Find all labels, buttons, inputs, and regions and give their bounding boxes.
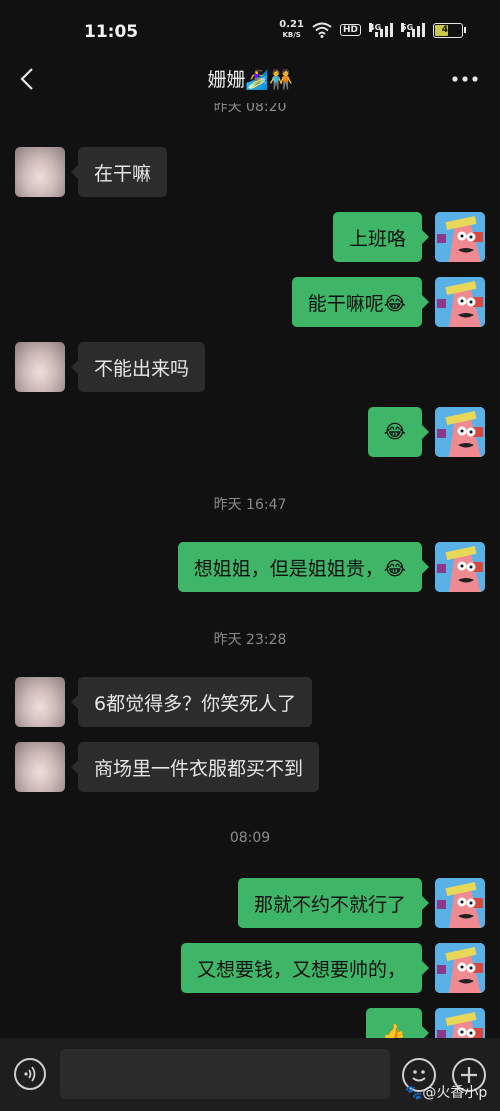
signal-label-5g: 5G xyxy=(401,23,414,32)
my-avatar[interactable] xyxy=(435,407,485,457)
contact-avatar[interactable] xyxy=(15,742,65,792)
chat-title: 姗姗🏄‍♀️🧑‍🤝‍🧑 xyxy=(207,69,293,91)
timestamp: 昨天 16:47 xyxy=(213,497,287,513)
message-bubble-outgoing[interactable]: 那就不约不就行了 xyxy=(237,878,430,928)
my-avatar[interactable] xyxy=(435,1008,485,1038)
patrick-avatar-icon xyxy=(435,943,485,993)
signal-icon-2: 5G xyxy=(401,23,425,37)
message-bubble-outgoing[interactable]: 👍 xyxy=(366,1008,429,1038)
patrick-avatar-icon xyxy=(435,407,485,457)
patrick-avatar-icon xyxy=(435,542,485,592)
contact-avatar[interactable] xyxy=(15,677,65,727)
my-avatar[interactable] xyxy=(435,878,485,928)
battery-percent: 47 xyxy=(441,25,455,35)
message-bubble-incoming[interactable]: 在干嘛 xyxy=(70,147,168,197)
timestamp: 昨天 23:28 xyxy=(213,632,287,648)
more-icon[interactable] xyxy=(450,68,480,90)
message-bubble-outgoing[interactable]: 😂 xyxy=(367,407,430,457)
chat-area[interactable]: 昨天 08:20 在干嘛 上班咯 能干嘛呢😂 不能出来吗 😂 昨天 16:47 … xyxy=(0,92,500,1038)
timestamp: 08:09 xyxy=(229,830,271,846)
contact-avatar[interactable] xyxy=(15,147,65,197)
net-speed-unit: KB/S xyxy=(282,31,301,39)
my-avatar[interactable] xyxy=(435,542,485,592)
status-bar: 11:05 0.21 KB/S HD 4G 5G 47 xyxy=(0,0,500,62)
message-bubble-incoming[interactable]: 不能出来吗 xyxy=(70,342,206,392)
patrick-avatar-icon xyxy=(435,878,485,928)
my-avatar[interactable] xyxy=(435,212,485,262)
message-input[interactable] xyxy=(60,1049,390,1099)
chat-header: 姗姗🏄‍♀️🧑‍🤝‍🧑 xyxy=(0,55,500,103)
message-bubble-outgoing[interactable]: 能干嘛呢😂 xyxy=(291,277,430,327)
patrick-avatar-icon xyxy=(435,1008,485,1038)
message-bubble-incoming[interactable]: 商场里一件衣服都买不到 xyxy=(70,742,320,792)
net-speed-value: 0.21 xyxy=(279,19,304,30)
my-avatar[interactable] xyxy=(435,277,485,327)
message-bubble-outgoing[interactable]: 上班咯 xyxy=(332,212,430,262)
net-speed: 0.21 KB/S xyxy=(279,20,304,40)
message-bubble-outgoing[interactable]: 想姐姐，但是姐姐贵，😂 xyxy=(177,542,430,592)
message-bubble-incoming[interactable]: 6都觉得多？你笑死人了 xyxy=(70,677,313,727)
signal-label-4g: 4G xyxy=(369,23,382,32)
contact-avatar[interactable] xyxy=(15,342,65,392)
my-avatar[interactable] xyxy=(435,943,485,993)
message-bubble-outgoing[interactable]: 又想要钱，又想要帅的， xyxy=(180,943,430,993)
patrick-avatar-icon xyxy=(435,277,485,327)
hd-badge: HD xyxy=(339,24,361,36)
wifi-icon xyxy=(312,22,332,38)
signal-icon: 4G xyxy=(369,23,393,37)
patrick-avatar-icon xyxy=(435,212,485,262)
watermark: 🐾@火香小p xyxy=(405,1085,488,1101)
voice-button[interactable] xyxy=(14,1058,46,1090)
status-icons: 0.21 KB/S HD 4G 5G 47 xyxy=(279,20,466,40)
voice-icon xyxy=(24,1066,36,1082)
status-time: 11:05 xyxy=(84,22,139,42)
battery-icon: 47 xyxy=(433,22,463,38)
